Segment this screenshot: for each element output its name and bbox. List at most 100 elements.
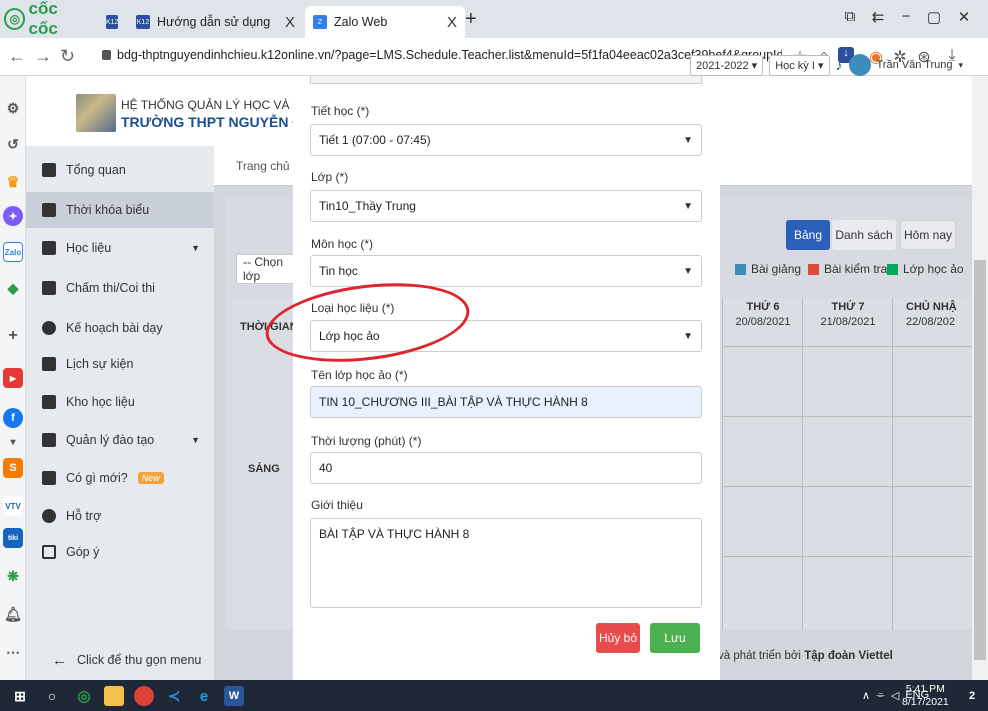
new-badge: New — [137, 472, 164, 484]
sidebar-toggle-icon[interactable]: ⇇ — [866, 8, 890, 26]
description-textarea[interactable]: BÀI TẬP VÀ THỰC HÀNH 8 — [310, 518, 702, 608]
session-label: SÁNG — [248, 463, 280, 475]
footer: và phát triển bởi Tập đoàn Viettel — [718, 650, 893, 662]
forward-icon[interactable]: → — [34, 46, 52, 67]
period-label: Tiết học (*) — [311, 104, 370, 118]
notification-center-icon[interactable]: 2 — [962, 686, 982, 706]
duration-label: Thời lượng (phút) (*) — [311, 434, 422, 448]
chevron-up-icon[interactable]: ∧ — [862, 689, 870, 702]
legend-test: Bài kiểm tra — [808, 262, 887, 276]
notification-icon[interactable]: 🔔︎ — [3, 604, 23, 624]
maximize-icon[interactable]: ▢ — [922, 8, 946, 26]
coccoc-taskbar-icon[interactable]: ◎ — [74, 686, 94, 706]
history-icon[interactable]: ↺ — [3, 134, 23, 154]
sidebar-item-exams[interactable]: Chấm thi/Coi thi — [26, 270, 214, 306]
training-icon — [42, 433, 56, 447]
crown-icon[interactable]: ♛ — [3, 172, 23, 192]
year-select[interactable]: 2021-2022 ▾ — [690, 54, 764, 76]
volume-icon[interactable]: ◁ — [891, 689, 899, 702]
vscode-icon[interactable]: ≺ — [164, 686, 184, 706]
sidebar-item-materials[interactable]: Học liệu ▼ — [26, 230, 214, 266]
tab-k12[interactable]: K12 — [98, 6, 126, 38]
description-label: Giới thiệu — [311, 498, 363, 512]
tab-zalo[interactable]: Z Zalo Web X — [305, 6, 465, 38]
view-table-button[interactable]: Bảng — [786, 220, 830, 250]
sidebar-item-feedback[interactable]: Góp ý — [26, 534, 214, 570]
more-down-icon[interactable]: ▾ — [3, 432, 23, 452]
vtv-icon[interactable]: VTV — [3, 496, 23, 516]
windows-taskbar: ⊞ ○ ◎ ≺ e W ∧ ⌯ ◁ ENG 5:41 PM 8/17/2021 2 — [0, 680, 988, 711]
bell-icon[interactable]: ♪ — [836, 57, 843, 73]
youtube-icon[interactable]: ▶ — [3, 368, 23, 388]
edge-icon[interactable]: e — [194, 686, 214, 706]
class-label: Lớp (*) — [311, 170, 349, 184]
subject-label: Môn học (*) — [311, 237, 374, 251]
tab-label: Zalo Web — [334, 15, 388, 29]
sidebar-item-overview[interactable]: Tổng quan — [26, 152, 214, 188]
semester-select[interactable]: Học kỳ I ▾ — [769, 54, 830, 76]
word-icon[interactable]: W — [224, 686, 244, 706]
search-icon[interactable]: ○ — [42, 686, 62, 706]
coccoc-logo[interactable]: ◎ cốc cốc — [4, 0, 90, 38]
class-select[interactable]: Tin10_Thầy Trung ▼ — [310, 190, 702, 222]
view-list-button[interactable]: Danh sách — [832, 220, 896, 250]
class-select[interactable]: -- Chọn lớp — [236, 254, 298, 284]
messenger-icon[interactable]: ✦ — [3, 206, 23, 226]
period-select[interactable]: Tiết 1 (07:00 - 07:45) ▼ — [310, 124, 702, 156]
grid-line — [722, 346, 972, 347]
minimize-icon[interactable]: − — [894, 8, 918, 25]
reader-icon[interactable]: ⧉ — [838, 8, 862, 25]
coccoc-game-icon[interactable]: ❋ — [3, 566, 23, 586]
avatar[interactable] — [848, 54, 871, 76]
subject-select[interactable]: Tin học ▼ — [310, 255, 702, 287]
windows-start-icon[interactable]: ⊞ — [10, 686, 30, 706]
sidebar-item-lesson-plan[interactable]: Kế hoạch bài dạy — [26, 310, 214, 346]
k12-icon: K12 — [136, 15, 150, 29]
url-field[interactable]: bdg-thptnguyendinhchieu.k12online.vn/?pa… — [102, 48, 782, 62]
chevron-down-icon[interactable]: ▾ — [959, 60, 964, 71]
back-icon[interactable]: ← — [8, 46, 26, 67]
add-icon[interactable]: + — [3, 326, 23, 346]
duration-input[interactable]: 40 — [310, 452, 702, 484]
user-name[interactable]: Trần Văn Trung — [877, 59, 953, 71]
day-header: CHỦ NHẬ 22/08/202 — [906, 301, 957, 328]
scrolled-field — [310, 76, 702, 84]
sidebar-item-library[interactable]: Kho học liệu — [26, 384, 214, 420]
view-today-button[interactable]: Hôm nay — [900, 220, 956, 250]
scrollbar-thumb[interactable] — [974, 260, 986, 660]
shopee-icon[interactable]: S — [3, 458, 23, 478]
chrome-icon[interactable] — [134, 686, 154, 706]
cancel-button[interactable]: Hủy bỏ — [596, 623, 640, 653]
browser-tab-bar: ◎ cốc cốc K12 K12 Hướng dẫn sử dụng X Z Zalo… — [0, 0, 988, 38]
file-explorer-icon[interactable] — [104, 686, 124, 706]
save-button[interactable]: Lưu — [650, 623, 700, 653]
reload-icon[interactable]: ↻ — [60, 46, 75, 67]
close-tab-icon[interactable]: X — [447, 14, 457, 31]
add-schedule-modal: Tiết học (*) Tiết 1 (07:00 - 07:45) ▼ Lớp… — [293, 76, 720, 680]
virtual-class-name-input[interactable]: TIN 10_CHƯƠNG III_BÀI TẬP VÀ THỰC HÀNH 8 — [310, 386, 702, 418]
virtual-class-name-label: Tên lớp học ảo (*) — [311, 368, 408, 382]
sidebar-item-timetable[interactable]: Thời khóa biểu — [26, 192, 214, 228]
zalo-icon[interactable]: Zalo — [3, 242, 23, 262]
chevron-down-icon: ▼ — [683, 266, 693, 277]
collapse-menu[interactable]: ← Click để thu gọn menu — [26, 642, 214, 678]
dashboard-icon — [42, 163, 56, 177]
tab-huong-dan[interactable]: K12 Hướng dẫn sử dụng X — [128, 6, 303, 38]
sidebar-item-training[interactable]: Quản lý đào tạo ▼ — [26, 422, 214, 458]
facebook-icon[interactable]: f — [3, 408, 23, 428]
close-window-icon[interactable]: ✕ — [952, 8, 976, 26]
game-icon[interactable]: ◆ — [3, 278, 23, 298]
legend-virtual-class: Lớp học ảo — [887, 262, 964, 276]
clock[interactable]: 5:41 PM 8/17/2021 — [902, 683, 949, 709]
network-icon[interactable]: ⌯ — [876, 689, 885, 702]
tiki-icon[interactable]: tiki — [3, 528, 23, 548]
header-controls: 2021-2022 ▾ Học kỳ I ▾ ♪ Trần Văn Trung … — [690, 52, 963, 78]
more-icon[interactable]: ⋯ — [3, 642, 23, 662]
new-tab-button[interactable]: + — [465, 8, 477, 31]
sidebar-item-events[interactable]: Lịch sự kiện — [26, 346, 214, 382]
support-icon — [42, 509, 56, 523]
sidebar-item-whats-new[interactable]: Có gì mới? New — [26, 460, 214, 496]
settings-icon[interactable]: ⚙ — [3, 98, 23, 118]
sidebar-item-support[interactable]: Hỗ trợ — [26, 498, 214, 534]
close-tab-icon[interactable]: X — [285, 14, 295, 31]
